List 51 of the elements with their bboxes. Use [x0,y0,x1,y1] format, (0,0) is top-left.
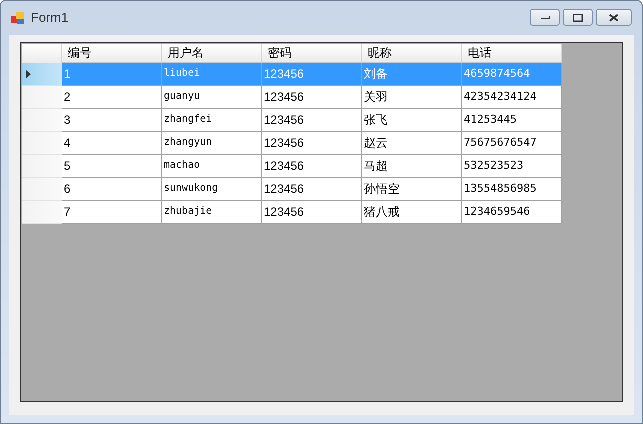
table-cell: 123456 [262,109,362,132]
table-cell: 4659874564 [462,63,562,86]
table-cell: 41253445 [462,109,562,132]
table-cell: 关羽 [362,86,462,109]
close-button[interactable] [596,9,632,26]
column-header[interactable]: 用户名 [162,44,262,63]
table-cell: 孙悟空 [362,178,462,201]
table-cell: guanyu [162,86,262,109]
table-cell: zhangfei [162,109,262,132]
minimize-icon [540,16,550,19]
table-cell: 7 [62,201,162,224]
table-cell: zhubajie [162,201,262,224]
minimize-button[interactable] [530,9,560,26]
maximize-icon [573,14,583,22]
table-cell: 2 [62,86,162,109]
table-cell: 1 [62,63,162,86]
table-cell: 5 [62,155,162,178]
table-cell: 马超 [362,155,462,178]
row-header[interactable] [22,63,62,86]
table-cell: 532523523 [462,155,562,178]
table-cell: 123456 [262,132,362,155]
table-cell: zhangyun [162,132,262,155]
table-cell: 4 [62,132,162,155]
column-header[interactable]: 密码 [262,44,362,63]
table-cell: 123456 [262,63,362,86]
table-cell: 75675676547 [462,132,562,155]
table-cell: 13554856985 [462,178,562,201]
table-cell: 赵云 [362,132,462,155]
table-cell: 123456 [262,201,362,224]
column-header[interactable]: 昵称 [362,44,462,63]
table-cell: 猪八戒 [362,201,462,224]
table-cell: machao [162,155,262,178]
table-cell: 123456 [262,178,362,201]
window-title: Form1 [31,9,69,28]
header-corner [22,44,62,63]
table-cell: 刘备 [362,63,462,86]
table-cell: liubei [162,63,262,86]
table-cell: 123456 [262,86,362,109]
table-cell: sunwukong [162,178,262,201]
app-icon [11,11,25,25]
current-row-icon [26,70,31,78]
table-cell: 6 [62,178,162,201]
close-icon [609,14,619,22]
column-header[interactable]: 编号 [62,44,162,63]
table-cell: 3 [62,109,162,132]
table-cell: 123456 [262,155,362,178]
table-cell: 张飞 [362,109,462,132]
table-cell: 1234659546 [462,201,562,224]
column-header[interactable]: 电话 [462,44,562,63]
maximize-button[interactable] [563,9,593,26]
table-cell: 42354234124 [462,86,562,109]
